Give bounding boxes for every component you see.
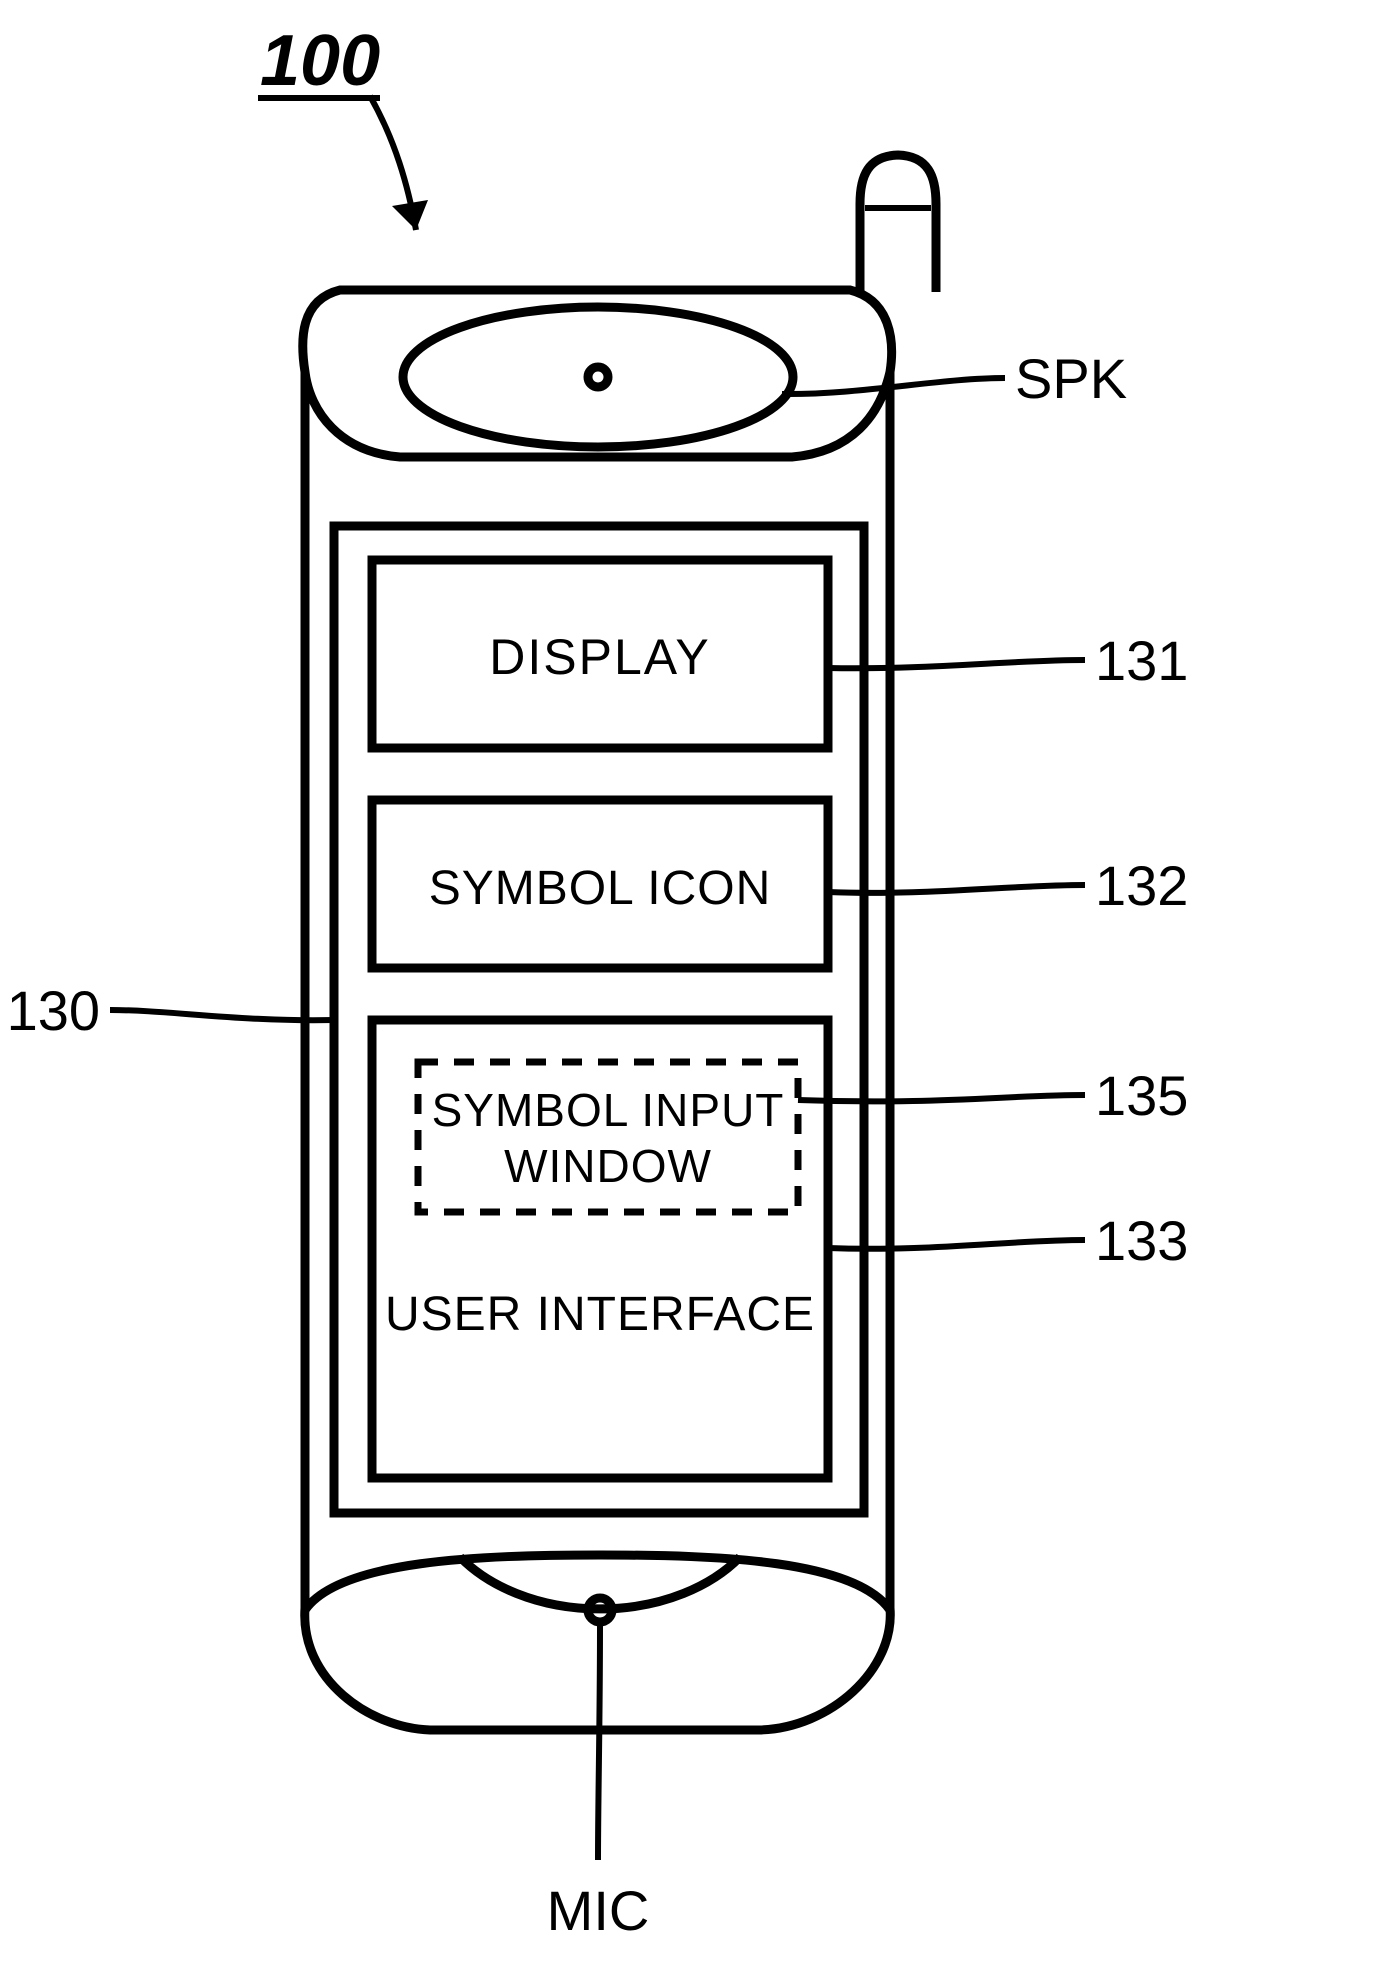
- ref-spk: SPK: [1015, 347, 1127, 410]
- ref-131: 131: [1095, 629, 1188, 692]
- ref-130: 130: [7, 979, 100, 1042]
- ref-135: 135: [1095, 1064, 1188, 1127]
- arrowhead-icon: [392, 200, 428, 230]
- mic-icon: [460, 1557, 740, 1622]
- patent-figure: DISPLAY SYMBOL ICON SYMBOL INPUT WINDOW …: [0, 0, 1400, 1959]
- ref-mic: MIC: [547, 1879, 650, 1942]
- symbol-input-window-label-line2: WINDOW: [504, 1140, 712, 1192]
- antenna-icon: [860, 155, 936, 292]
- display-label: DISPLAY: [489, 629, 711, 685]
- ref-100: 100: [260, 21, 380, 101]
- ref-132: 132: [1095, 854, 1188, 917]
- diagram-svg: DISPLAY SYMBOL ICON SYMBOL INPUT WINDOW …: [0, 0, 1400, 1959]
- user-interface-label: USER INTERFACE: [385, 1288, 815, 1341]
- symbol-icon-label: SYMBOL ICON: [429, 862, 772, 915]
- speaker-icon: [403, 307, 793, 447]
- symbol-input-window-label-line1: SYMBOL INPUT: [432, 1084, 785, 1136]
- ref-133: 133: [1095, 1209, 1188, 1272]
